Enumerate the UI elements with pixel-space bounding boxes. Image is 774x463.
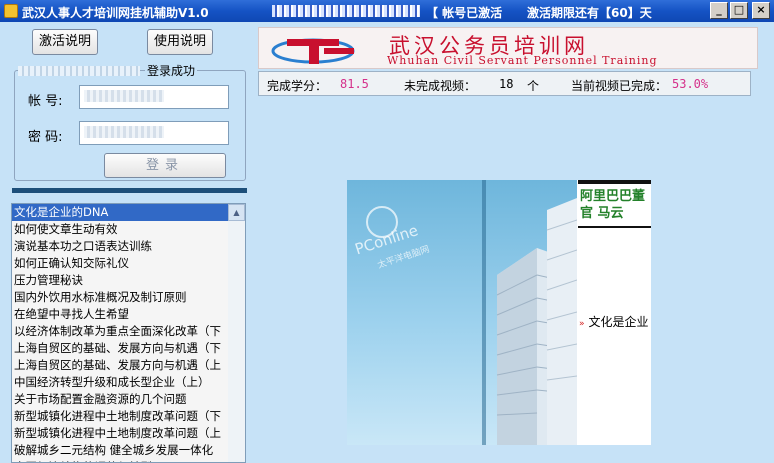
activation-help-button[interactable]: 激活说明 <box>32 29 98 55</box>
progress-value: 53.0% <box>672 77 709 91</box>
list-scrollbar[interactable]: ▲ <box>228 204 245 462</box>
account-label: 帐 号: <box>28 94 63 109</box>
divider <box>12 188 247 193</box>
login-status: 登录成功 <box>145 62 198 79</box>
video-player[interactable]: PConline 太平洋电脑网 阿里巴巴董 官 马云 » 文化是企业 <box>347 180 651 445</box>
maximize-button[interactable]: □ <box>730 2 748 19</box>
list-item[interactable]: 文化是企业的DNA <box>12 204 229 221</box>
list-item[interactable]: 破解城乡二元结构 健全城乡发展一体化 <box>12 442 229 459</box>
credits-value: 81.5 <box>340 77 369 91</box>
unfinished-unit: 个 <box>527 79 540 93</box>
headline-line2: 官 马云 <box>580 206 624 221</box>
account-status: 【 帐号已激活 <box>426 6 503 20</box>
unfinished-label: 未完成视频： <box>404 79 477 93</box>
list-item[interactable]: 以经济体制改革为重点全面深化改革（下 <box>12 323 229 340</box>
list-item[interactable]: 国内外饮用水标准概况及制订原则 <box>12 289 229 306</box>
usage-help-button[interactable]: 使用说明 <box>147 29 213 55</box>
list-item[interactable]: 新型城镇化进程中土地制度改革问题（下 <box>12 408 229 425</box>
list-item[interactable]: 中国经济结构的调整与转型 <box>12 459 229 462</box>
list-item[interactable]: 压力管理秘诀 <box>12 272 229 289</box>
login-button[interactable]: 登录 <box>104 153 226 178</box>
caption-border-top <box>578 180 651 184</box>
course-list[interactable]: 文化是企业的DNA 如何使文章生动有效 演说基本功之口语表达训练 如何正确认知交际礼仪… <box>11 203 246 463</box>
scroll-up-icon[interactable]: ▲ <box>228 204 245 221</box>
redacted-account <box>272 5 420 17</box>
now-playing-caption: » 文化是企业 <box>579 313 649 330</box>
banner-subtitle: Whuhan Civil Servant Personnel Training <box>387 54 658 67</box>
list-item[interactable]: 上海自贸区的基础、发展方向与机遇（下 <box>12 340 229 357</box>
redacted-account-value <box>84 90 164 102</box>
password-label: 密 码: <box>28 130 63 145</box>
progress-label: 当前视频已完成： <box>571 79 668 93</box>
window-title: 武汉人事人才培训网挂机辅助V1.0 <box>22 6 209 20</box>
password-input[interactable] <box>79 121 229 145</box>
arrow-icon: » <box>579 319 585 329</box>
list-item[interactable]: 中国经济转型升级和成长型企业（上） <box>12 374 229 391</box>
unfinished-value: 18 <box>499 77 514 91</box>
list-item[interactable]: 上海自贸区的基础、发展方向与机遇（上 <box>12 357 229 374</box>
list-item[interactable]: 新型城镇化进程中土地制度改革问题（上 <box>12 425 229 442</box>
site-logo-icon <box>271 38 355 64</box>
close-button[interactable]: × <box>752 2 770 19</box>
app-icon <box>4 4 18 18</box>
caption-border-bottom <box>578 226 651 228</box>
now-playing-title: 文化是企业 <box>588 315 649 329</box>
pconline-watermark-icon: PConline 太平洋电脑网 <box>353 206 431 270</box>
list-item[interactable]: 演说基本功之口语表达训练 <box>12 238 229 255</box>
list-item[interactable]: 如何正确认知交际礼仪 <box>12 255 229 272</box>
redacted-password-value <box>84 126 164 138</box>
site-banner: 武汉公务员培训网 Whuhan Civil Servant Personnel … <box>258 27 758 69</box>
account-input[interactable] <box>79 85 229 109</box>
redacted-group-label <box>18 66 140 76</box>
list-item[interactable]: 关于市场配置金融资源的几个问题 <box>12 391 229 408</box>
credits-label: 完成学分： <box>267 79 328 93</box>
video-headline: 阿里巴巴董 官 马云 <box>580 188 645 222</box>
video-panel-divider <box>482 180 486 445</box>
expiry-status: 激活期限还有【60】天 <box>527 6 652 20</box>
list-item[interactable]: 在绝望中寻找人生希望 <box>12 306 229 323</box>
headline-line1: 阿里巴巴董 <box>580 189 646 204</box>
minimize-button[interactable]: _ <box>710 2 728 19</box>
title-bar: 武汉人事人才培训网挂机辅助V1.0 【 帐号已激活 激活期限还有【60】天 _ … <box>0 0 774 22</box>
list-item[interactable]: 如何使文章生动有效 <box>12 221 229 238</box>
stats-bar: 完成学分： 81.5 未完成视频： 18 个 当前视频已完成： 53.0% <box>258 71 751 96</box>
